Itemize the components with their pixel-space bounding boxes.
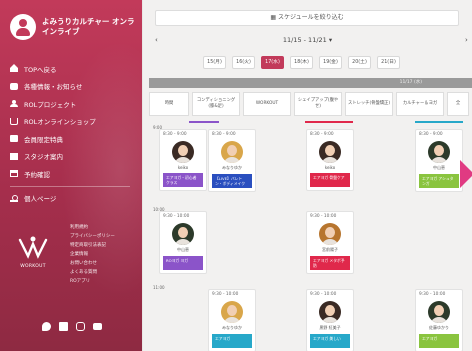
footer-link[interactable]: 特定商取引法表記 <box>70 241 115 250</box>
footer-links: 利用規約 プライバシーポリシー 特定商取引法表記 企業情報 お問い合わせ よくある質問 RO… <box>70 223 115 286</box>
sidebar-item[interactable]: 予約確認 <box>10 165 135 183</box>
footer-link[interactable]: よくある質問 <box>70 268 115 277</box>
sidebar-item-label: スタジオ案内 <box>24 153 63 162</box>
logo-text: WORKOUT <box>20 264 46 269</box>
instructor-name: みなりゆか <box>222 165 242 170</box>
nav-divider <box>10 185 130 187</box>
sidebar-item[interactable]: ROLプロジェクト <box>10 95 135 113</box>
youtube-icon[interactable] <box>93 323 102 330</box>
sidebar-item-label: 会員限定特典 <box>24 135 63 144</box>
sidebar-item[interactable]: スタジオ案内 <box>10 148 135 166</box>
sidebar-item-mypage[interactable]: 個人ページ <box>10 190 135 208</box>
cart-icon <box>10 117 18 125</box>
lesson-card[interactable]: 9:30 - 10:00 中山恵 ROヨガ ヨガ <box>159 211 207 274</box>
instructor-avatar <box>319 141 341 163</box>
facebook-icon[interactable] <box>59 322 68 331</box>
footer-link[interactable]: プライバシーポリシー <box>70 232 115 241</box>
lesson-tag: エアヨガ <box>212 334 252 348</box>
instructor-avatar <box>172 223 194 245</box>
sidebar-item-label: ROLオンラインショップ <box>24 118 96 127</box>
instructor-name: 中山恵 <box>177 247 189 252</box>
sidebar-item-label: 各種情報・お知らせ <box>24 83 83 92</box>
people-icon <box>10 100 18 108</box>
lesson-tag: エアヨガ・初心者クラス <box>163 173 203 187</box>
instructor-avatar <box>172 141 194 163</box>
calendar-icon <box>10 170 18 178</box>
brand-avatar-icon <box>10 14 36 40</box>
sidebar-nav: TOPへ戻る各種情報・お知らせ ROLプロジェクト ROLオンラインショップ 会員限定… <box>10 60 135 207</box>
lesson-tag: エアヨガ 骨盤ケア <box>310 173 350 187</box>
sidebar-item-label: TOPへ戻る <box>24 65 57 74</box>
lesson-card[interactable]: 8:30 - 9:00 keiko エアヨガ 骨盤ケア <box>306 129 354 191</box>
social-links <box>42 322 102 331</box>
lesson-tag: エアヨガ <box>419 334 459 348</box>
workout-logo-icon <box>18 236 48 259</box>
instructor-avatar <box>428 141 450 163</box>
building-icon <box>10 152 18 160</box>
footer-link[interactable]: 利用規約 <box>70 223 115 232</box>
lesson-time: 8:30 - 9:00 <box>310 132 334 137</box>
instructor-avatar <box>319 223 341 245</box>
gift-icon <box>10 135 18 143</box>
schedule-panel: ▦ スケジュールを絞り込む ‹ 11/15 - 11/21 ▾ › 15(月) 1… <box>143 0 472 351</box>
home-icon <box>10 64 18 73</box>
sidebar-item-label: ROLプロジェクト <box>24 100 77 109</box>
instagram-icon[interactable] <box>76 322 85 331</box>
footer-link[interactable]: 企業情報 <box>70 250 115 259</box>
brand-name: よみうりカルチャー オンラインライブ <box>42 17 135 36</box>
twitter-icon[interactable] <box>42 322 51 331</box>
instructor-avatar <box>319 301 341 323</box>
lesson-time: 9:30 - 10:00 <box>310 214 337 219</box>
lesson-time: 9:30 - 10:00 <box>310 292 337 297</box>
sidebar-item-label: 個人ページ <box>24 195 57 204</box>
next-arrow-icon[interactable] <box>460 160 472 188</box>
lesson-cards: 8:30 - 9:00 keiko エアヨガ・初心者クラス 8:30 - 9:00 みな… <box>143 0 472 351</box>
instructor-avatar <box>221 141 243 163</box>
lesson-card[interactable]: 9:30 - 10:00 黒野 紅美子エアヨガ 美しい <box>306 289 354 351</box>
instructor-name: みなりゆか <box>222 325 242 330</box>
sidebar: よみうりカルチャー オンラインライブ TOPへ戻る各種情報・お知らせ ROLプロジ… <box>0 0 142 351</box>
lesson-tag: エアヨガ メタボ予防 <box>310 256 350 270</box>
lesson-time: 9:30 - 10:00 <box>419 292 446 297</box>
footer-link[interactable]: お問い合わせ <box>70 259 115 268</box>
instructor-name: 黒野 紅美子 <box>319 325 341 330</box>
instructor-name: 宮前陽子 <box>322 247 338 252</box>
lesson-card[interactable]: 8:30 - 9:00 中山恵エアヨガ アシュタンガ <box>415 129 463 192</box>
sidebar-item[interactable]: 各種情報・お知らせ <box>10 78 135 96</box>
user-icon <box>10 194 18 202</box>
instructor-name: 中山恵 <box>433 165 445 170</box>
sidebar-item[interactable]: TOPへ戻る <box>10 60 135 78</box>
sidebar-item-label: 予約確認 <box>24 170 50 179</box>
lesson-time: 8:30 - 9:00 <box>212 132 236 137</box>
lesson-tag: 【LIVE】バレトン・ボディメイク <box>212 174 252 188</box>
instructor-avatar <box>221 301 243 323</box>
footer-link[interactable]: ROアプリ <box>70 277 115 286</box>
lesson-card[interactable]: 8:30 - 9:00 みなりゆか【LIVE】バレトン・ボディメイク <box>208 129 256 192</box>
lesson-tag: エアヨガ アシュタンガ <box>419 174 459 188</box>
sidebar-item[interactable]: ROLオンラインショップ <box>10 113 135 131</box>
instructor-name: 佐藤ゆかり <box>429 325 449 330</box>
instructor-name: keiko <box>177 165 189 170</box>
sidebar-item[interactable]: 会員限定特典 <box>10 130 135 148</box>
lesson-card[interactable]: 9:30 - 10:00 佐藤ゆかりエアヨガ <box>415 289 463 351</box>
lesson-time: 9:30 - 10:00 <box>163 214 190 219</box>
lesson-time: 9:30 - 10:00 <box>212 292 239 297</box>
lesson-card[interactable]: 9:30 - 10:00 みなりゆかエアヨガ <box>208 289 256 351</box>
lesson-card[interactable]: 8:30 - 9:00 keiko エアヨガ・初心者クラス <box>159 129 207 191</box>
lesson-tag: エアヨガ 美しい <box>310 334 350 348</box>
chat-icon <box>10 82 18 90</box>
lesson-time: 8:30 - 9:00 <box>419 132 443 137</box>
lesson-time: 8:30 - 9:00 <box>163 132 187 137</box>
lesson-card[interactable]: 9:30 - 10:00 宮前陽子エアヨガ メタボ予防 <box>306 211 354 274</box>
brand[interactable]: よみうりカルチャー オンラインライブ <box>10 14 142 40</box>
instructor-avatar <box>428 301 450 323</box>
lesson-tag: ROヨガ ヨガ <box>163 256 203 270</box>
instructor-name: keiko <box>324 165 336 170</box>
